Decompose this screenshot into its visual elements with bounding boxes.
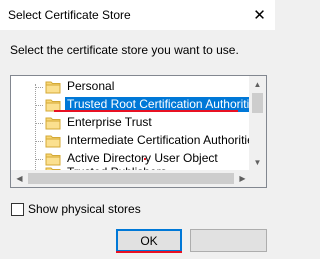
tree-connector	[35, 141, 43, 142]
scrollbar-corner	[249, 170, 266, 187]
scroll-down-button[interactable]: ▼	[249, 154, 266, 171]
tree-item-label: Personal	[67, 79, 115, 93]
vertical-scroll-thumb[interactable]	[252, 93, 263, 113]
dialog-title: Select Certificate Store	[8, 8, 131, 22]
chevron-right-icon: ▶	[239, 174, 246, 183]
show-physical-stores-row[interactable]: Show physical stores	[11, 202, 141, 216]
certificate-store-tree[interactable]: Personal Trusted Root Certification Auth…	[10, 75, 267, 188]
horizontal-scroll-thumb[interactable]	[28, 173, 234, 184]
show-physical-stores-label: Show physical stores	[28, 202, 141, 216]
annotation-underline-ok	[116, 251, 182, 253]
tree-item-intermediate[interactable]: Intermediate Certification Authorities	[35, 132, 260, 150]
ok-button-label: OK	[140, 233, 158, 248]
show-physical-stores-checkbox[interactable]	[11, 202, 24, 216]
tree-connector	[35, 123, 43, 124]
folder-icon	[45, 135, 61, 148]
annotation-dot	[144, 158, 146, 160]
tree-connector	[35, 105, 43, 106]
chevron-up-icon: ▲	[253, 80, 262, 89]
tree-connector	[35, 159, 43, 160]
tree-item-label: Enterprise Trust	[67, 115, 152, 129]
close-icon: ✕	[253, 7, 266, 24]
ok-button[interactable]: OK	[116, 229, 182, 253]
instruction-text: Select the certificate store you want to…	[10, 43, 239, 57]
tree-item-personal[interactable]: Personal	[35, 78, 251, 96]
vertical-scrollbar[interactable]: ▲ ▼	[249, 76, 266, 171]
folder-icon	[45, 117, 61, 130]
tree-connector	[35, 87, 43, 88]
title-bar: Select Certificate Store ✕	[0, 0, 275, 30]
scroll-left-button[interactable]: ◀	[11, 170, 28, 187]
close-button[interactable]: ✕	[244, 0, 275, 30]
chevron-left-icon: ◀	[16, 174, 23, 183]
tree-item-enterprise-trust[interactable]: Enterprise Trust	[35, 114, 251, 132]
horizontal-scrollbar[interactable]: ◀ ▶	[11, 170, 251, 187]
annotation-underline	[54, 110, 238, 112]
chevron-down-icon: ▼	[253, 158, 262, 167]
folder-icon	[45, 81, 61, 94]
cancel-button[interactable]	[190, 229, 267, 252]
scroll-up-button[interactable]: ▲	[249, 76, 266, 93]
tree-item-label: Intermediate Certification Authorities	[67, 133, 260, 147]
tree-viewport: Personal Trusted Root Certification Auth…	[11, 76, 264, 180]
